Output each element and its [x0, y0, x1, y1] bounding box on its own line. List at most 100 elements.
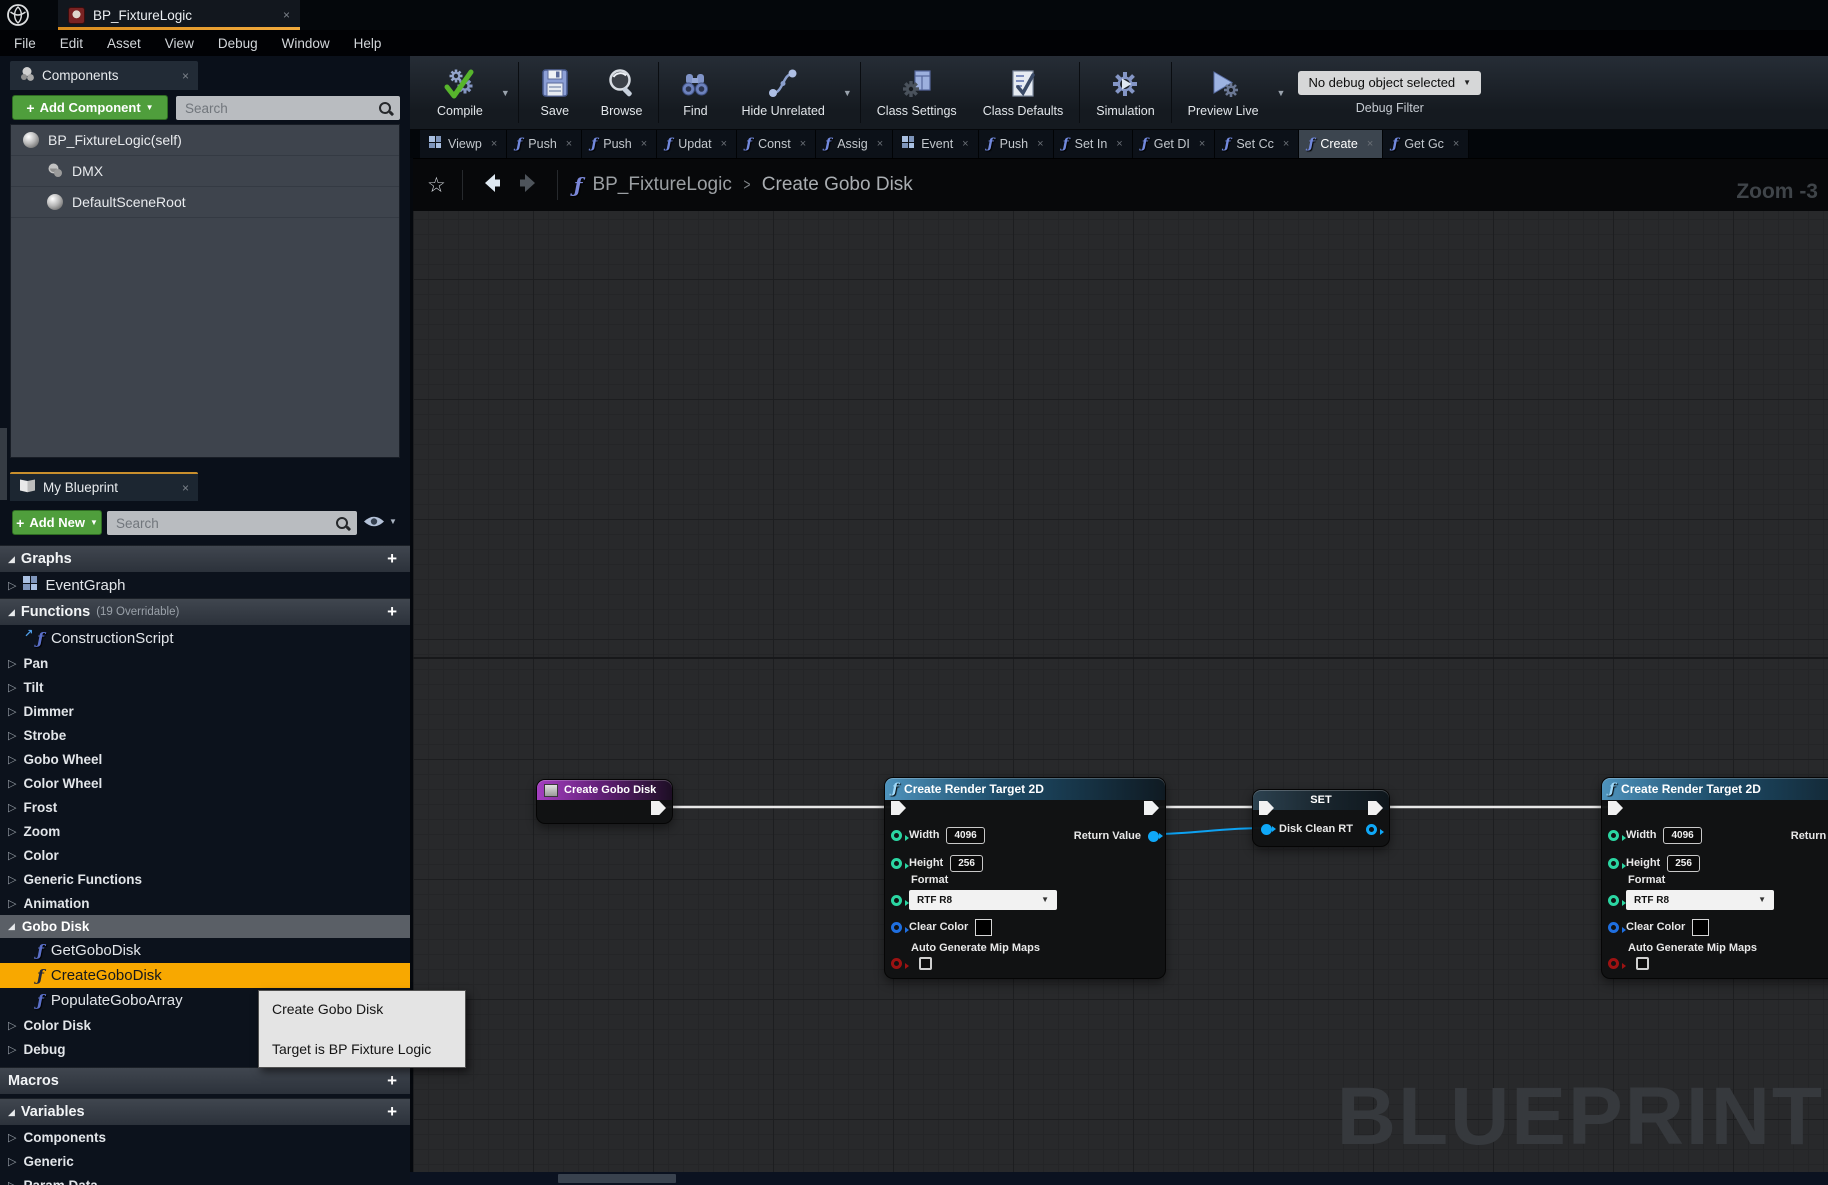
- list-item-constructionscript[interactable]: ↗ƒ ConstructionScript: [0, 625, 410, 651]
- graph-tab-push-1[interactable]: ƒPush×: [507, 130, 582, 158]
- function-category-color-wheel[interactable]: ▷Color Wheel: [0, 771, 410, 795]
- horizontal-scrollbar[interactable]: [410, 1172, 1828, 1185]
- function-getgobodisk[interactable]: ƒ GetGoboDisk: [0, 938, 410, 963]
- dock-splitter[interactable]: [0, 428, 7, 500]
- function-category-dimmer[interactable]: ▷Dimmer: [0, 699, 410, 723]
- add-macro-button[interactable]: +: [387, 1071, 402, 1091]
- collapsed-icon[interactable]: ▷: [8, 897, 16, 910]
- width-pin[interactable]: [1608, 830, 1619, 841]
- hide-unrelated-options-dropdown[interactable]: ▼: [838, 56, 857, 129]
- close-icon[interactable]: ×: [182, 69, 189, 83]
- bookmark-star-icon[interactable]: ☆: [427, 175, 446, 196]
- visibility-filter[interactable]: ▼: [363, 515, 397, 528]
- find-button[interactable]: Find: [662, 56, 728, 129]
- collapsed-icon[interactable]: ▷: [8, 579, 16, 592]
- collapsed-icon[interactable]: ▷: [8, 777, 16, 790]
- graph-tab-get-gc[interactable]: ƒGet Gc×: [1383, 130, 1469, 158]
- color-swatch[interactable]: [1692, 919, 1709, 936]
- add-graph-button[interactable]: +: [387, 549, 402, 569]
- exec-out-pin[interactable]: [1144, 801, 1159, 815]
- back-arrow-icon[interactable]: [479, 170, 505, 201]
- function-category-gobo-wheel[interactable]: ▷Gobo Wheel: [0, 747, 410, 771]
- preview-live-options-dropdown[interactable]: ▼: [1272, 56, 1291, 129]
- menu-help[interactable]: Help: [342, 36, 394, 51]
- close-icon[interactable]: ×: [641, 138, 647, 150]
- asset-tab[interactable]: BP_FixtureLogic ×: [58, 0, 300, 30]
- variable-out-pin[interactable]: [1366, 824, 1377, 835]
- graph-tab-push-2[interactable]: ƒPush×: [582, 130, 657, 158]
- function-category-animation[interactable]: ▷Animation: [0, 891, 410, 915]
- variable-category-generic[interactable]: ▷Generic: [0, 1149, 410, 1173]
- tree-row-defaultsceneroot[interactable]: DefaultSceneRoot: [11, 187, 399, 218]
- menu-view[interactable]: View: [153, 36, 206, 51]
- node-set-disk-clean-rt[interactable]: SET Disk Clean RT: [1252, 789, 1390, 847]
- function-category-pan[interactable]: ▷Pan: [0, 651, 410, 675]
- section-functions[interactable]: ◢ Functions (19 Overridable) +: [0, 598, 410, 625]
- collapsed-icon[interactable]: ▷: [8, 681, 16, 694]
- save-button[interactable]: Save: [522, 56, 588, 129]
- scrollbar-thumb[interactable]: [558, 1174, 676, 1183]
- tab-components[interactable]: Components ×: [10, 61, 198, 90]
- compile-options-dropdown[interactable]: ▼: [496, 56, 515, 129]
- graph-tab-update[interactable]: ƒUpdat×: [657, 130, 737, 158]
- format-dropdown[interactable]: RTF R8 ▼: [909, 890, 1057, 910]
- section-macros[interactable]: Macros +: [0, 1067, 410, 1094]
- collapsed-icon[interactable]: ▷: [8, 657, 16, 670]
- color-swatch[interactable]: [975, 919, 992, 936]
- add-function-button[interactable]: +: [387, 602, 402, 622]
- close-icon[interactable]: ×: [721, 138, 727, 150]
- format-pin[interactable]: [1608, 895, 1619, 906]
- collapsed-icon[interactable]: ▷: [8, 705, 16, 718]
- collapsed-icon[interactable]: ▷: [8, 1179, 16, 1185]
- forward-arrow-icon[interactable]: [515, 170, 541, 201]
- tab-my-blueprint[interactable]: My Blueprint ×: [10, 472, 198, 501]
- collapsed-icon[interactable]: ▷: [8, 1019, 16, 1032]
- node-create-gobo-disk[interactable]: Create Gobo Disk: [536, 779, 673, 824]
- exec-in-pin[interactable]: [891, 801, 906, 815]
- class-defaults-button[interactable]: Class Defaults: [970, 56, 1077, 129]
- node-create-render-target-2d-1[interactable]: ƒ Create Render Target 2D Width 4096 Hei…: [884, 777, 1166, 979]
- graph-tab-event[interactable]: Event×: [893, 130, 978, 158]
- function-category-frost[interactable]: ▷Frost: [0, 795, 410, 819]
- graph-tab-const[interactable]: ƒConst×: [737, 130, 816, 158]
- return-value-pin[interactable]: [1148, 831, 1159, 842]
- components-search-input[interactable]: [176, 101, 378, 116]
- section-graphs[interactable]: ◢ Graphs +: [0, 545, 410, 572]
- class-settings-button[interactable]: Class Settings: [864, 56, 970, 129]
- preview-live-button[interactable]: Preview Live: [1175, 56, 1272, 129]
- simulation-button[interactable]: Simulation: [1083, 56, 1167, 129]
- close-icon[interactable]: ×: [1037, 138, 1043, 150]
- hide-unrelated-button[interactable]: Hide Unrelated: [728, 56, 837, 129]
- tree-row-self[interactable]: BP_FixtureLogic(self): [11, 125, 399, 156]
- variable-category-param-data[interactable]: ▷Param Data: [0, 1173, 410, 1185]
- width-value-input[interactable]: 4096: [1663, 827, 1701, 844]
- menu-file[interactable]: File: [2, 36, 48, 51]
- my-blueprint-search-input[interactable]: [107, 516, 335, 531]
- graph-canvas[interactable]: ☆ ƒ BP_FixtureLogic > Create Gobo Disk Z…: [413, 158, 1828, 1172]
- add-variable-button[interactable]: +: [387, 1102, 402, 1122]
- collapsed-icon[interactable]: ▷: [8, 849, 16, 862]
- clear-color-pin[interactable]: [891, 922, 902, 933]
- function-creategobodisk-selected[interactable]: ƒ CreateGoboDisk: [0, 963, 410, 988]
- function-category-strobe[interactable]: ▷Strobe: [0, 723, 410, 747]
- function-category-generic-functions[interactable]: ▷Generic Functions: [0, 867, 410, 891]
- collapsed-icon[interactable]: ▷: [8, 801, 16, 814]
- clear-color-pin[interactable]: [1608, 922, 1619, 933]
- close-icon[interactable]: ×: [800, 138, 806, 150]
- mipmaps-pin[interactable]: [1608, 958, 1619, 969]
- close-icon[interactable]: ×: [566, 138, 572, 150]
- close-icon[interactable]: ×: [962, 138, 968, 150]
- height-value-input[interactable]: 256: [1667, 855, 1700, 872]
- menu-window[interactable]: Window: [270, 36, 342, 51]
- collapsed-icon[interactable]: ▷: [8, 1043, 16, 1056]
- width-pin[interactable]: [891, 830, 902, 841]
- close-icon[interactable]: ×: [877, 138, 883, 150]
- height-pin[interactable]: [891, 858, 902, 869]
- list-item-eventgraph[interactable]: ▷ EventGraph: [0, 572, 410, 598]
- collapsed-icon[interactable]: ▷: [8, 1131, 16, 1144]
- function-category-tilt[interactable]: ▷Tilt: [0, 675, 410, 699]
- format-dropdown[interactable]: RTF R8 ▼: [1626, 890, 1774, 910]
- exec-in-pin[interactable]: [1608, 801, 1623, 815]
- graph-tab-assign[interactable]: ƒAssig×: [816, 130, 893, 158]
- height-value-input[interactable]: 256: [950, 855, 983, 872]
